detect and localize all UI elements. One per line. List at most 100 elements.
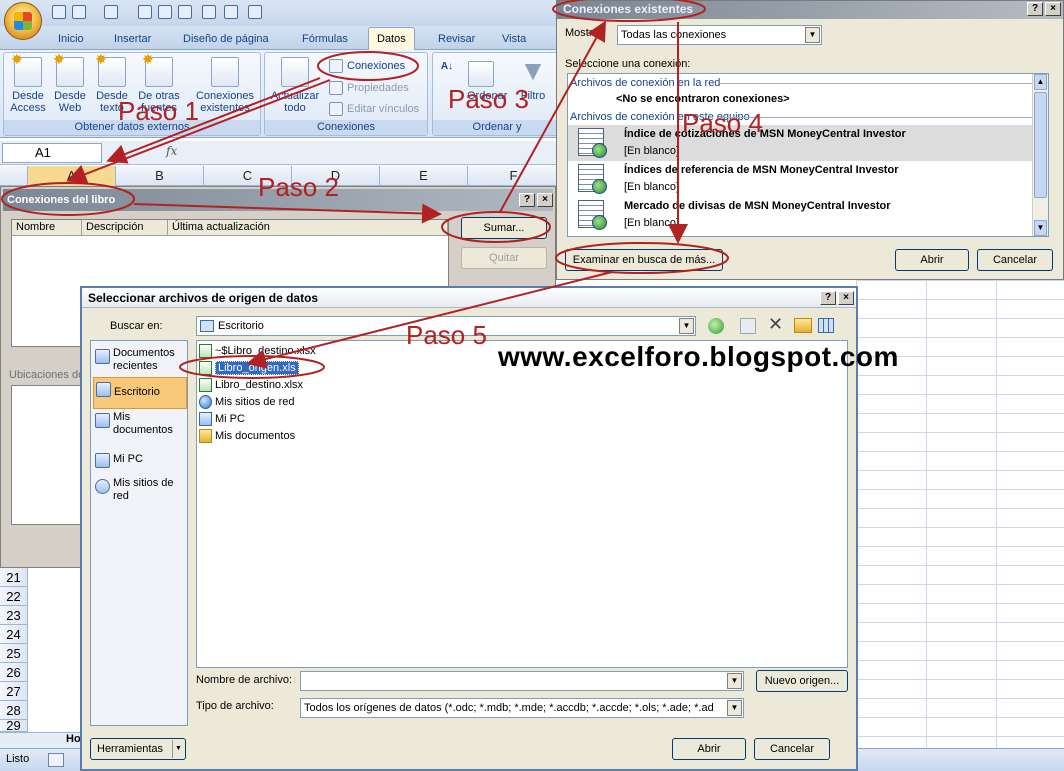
row-header-24[interactable]: 24 (0, 625, 28, 644)
row-header-22[interactable]: 22 (0, 587, 28, 606)
sort-descending-icon[interactable] (224, 5, 238, 19)
column-ultima-actualizacion[interactable]: Última actualización (168, 220, 448, 236)
new-folder-icon[interactable] (794, 318, 812, 333)
show-select[interactable]: Todas las conexiones ▼ (617, 25, 822, 45)
delete-icon[interactable]: ✕ (768, 314, 783, 335)
help-icon[interactable]: ? (820, 291, 836, 305)
row-header-27[interactable]: 27 (0, 682, 28, 701)
chevron-down-icon[interactable]: ▼ (805, 27, 820, 43)
save-icon[interactable] (52, 5, 66, 19)
column-header-e[interactable]: E (380, 166, 468, 186)
add-button[interactable]: Sumar... (461, 217, 547, 239)
row-header-25[interactable]: 25 (0, 644, 28, 663)
up-folder-icon[interactable] (740, 318, 756, 334)
tab-formulas[interactable]: Fórmulas (294, 30, 356, 50)
macro-record-icon[interactable] (48, 753, 64, 767)
select-all-corner[interactable] (0, 166, 28, 186)
connection-item[interactable]: Índices de referencia de MSN MoneyCentra… (568, 161, 1036, 197)
column-descripcion[interactable]: Descripción (82, 220, 168, 236)
from-web-button[interactable]: ✸ Desde Web (50, 52, 90, 114)
tools-button[interactable]: Herramientas ▼ (90, 738, 186, 760)
scroll-down-icon[interactable]: ▼ (1034, 220, 1047, 236)
open-button[interactable]: Abrir (895, 249, 969, 271)
scroll-thumb[interactable] (1034, 92, 1047, 198)
chevron-down-icon[interactable]: ▼ (727, 700, 742, 716)
tab-insertar[interactable]: Insertar (106, 30, 159, 50)
tab-revisar[interactable]: Revisar (430, 30, 483, 50)
filetype-select[interactable]: Todos los orígenes de datos (*.odc; *.md… (300, 698, 744, 718)
cancel-button[interactable]: Cancelar (754, 738, 830, 760)
tab-datos[interactable]: Datos (368, 27, 415, 51)
file-item[interactable]: Mis sitios de red (199, 394, 294, 410)
file-item[interactable]: ~$Libro_destino.xlsx (199, 343, 316, 359)
help-icon[interactable]: ? (519, 193, 535, 207)
column-header-a[interactable]: A (28, 166, 116, 186)
refresh-all-button[interactable]: Actualizar todo (267, 57, 323, 114)
connections-button[interactable]: Conexiones (327, 57, 405, 75)
file-list[interactable]: ~$Libro_destino.xlsx Libro_origen.xls Li… (196, 340, 848, 668)
form-icon[interactable] (248, 5, 262, 19)
connection-item[interactable]: Mercado de divisas de MSN MoneyCentral I… (568, 197, 1036, 233)
refresh-icon (281, 57, 309, 87)
tab-diseno-pagina[interactable]: Diseño de página (175, 30, 277, 50)
locations-list[interactable] (11, 385, 87, 525)
sort-ascending-icon[interactable] (202, 5, 216, 19)
connection-name: Índices de referencia de MSN MoneyCentra… (624, 164, 899, 176)
filename-input[interactable]: ▼ (300, 671, 744, 691)
file-item[interactable]: Mis documentos (199, 428, 295, 444)
from-access-button[interactable]: ✸ Desde Access (8, 52, 48, 114)
row-header-23[interactable]: 23 (0, 606, 28, 625)
file-item[interactable]: Libro_destino.xlsx (199, 377, 303, 393)
print-icon[interactable] (178, 5, 192, 19)
close-icon[interactable]: × (1045, 2, 1061, 16)
remove-button[interactable]: Quitar (461, 247, 547, 269)
sort-az-icon[interactable]: A↓ (437, 61, 457, 73)
redo-icon[interactable] (104, 5, 118, 19)
chevron-down-icon[interactable]: ▼ (172, 740, 184, 758)
row-header-28[interactable]: 28 (0, 701, 28, 720)
tab-inicio[interactable]: Inicio (50, 30, 92, 50)
file-item[interactable]: Mi PC (199, 411, 245, 427)
file-item-selected[interactable]: Libro_origen.xls (199, 360, 299, 376)
open-folder-icon[interactable] (138, 5, 152, 19)
close-icon[interactable]: × (838, 291, 854, 305)
views-icon[interactable] (818, 318, 834, 333)
office-button[interactable] (4, 2, 42, 40)
close-icon[interactable]: × (537, 193, 553, 207)
sheet-tab[interactable]: Ho (66, 733, 81, 745)
name-box[interactable]: A1 (2, 143, 102, 163)
undo-icon[interactable] (72, 5, 86, 19)
cancel-button[interactable]: Cancelar (977, 249, 1053, 271)
chevron-down-icon[interactable]: ▼ (727, 673, 742, 689)
no-connections-text: <No se encontraron conexiones> (616, 93, 790, 105)
tab-vista[interactable]: Vista (494, 30, 534, 50)
existing-connections-button[interactable]: Conexiones existentes (192, 57, 258, 114)
column-header-f[interactable]: F (468, 166, 560, 186)
edit-links-button[interactable]: Editar vínculos (327, 100, 419, 118)
chevron-down-icon[interactable]: ▼ (679, 318, 694, 334)
scroll-up-icon[interactable]: ▲ (1034, 74, 1047, 90)
connections-list[interactable]: Archivos de conexión en la red <No se en… (567, 73, 1049, 237)
connection-item[interactable]: Índice de cotizaciones de MSN MoneyCentr… (568, 125, 1036, 161)
access-icon: ✸ (11, 52, 42, 87)
column-nombre[interactable]: Nombre (12, 220, 82, 236)
sheet-navigation[interactable]: Ho (0, 732, 84, 748)
desktop-icon (96, 382, 111, 397)
column-header-b[interactable]: B (116, 166, 204, 186)
place-my-pc[interactable]: Mi PC (93, 449, 187, 477)
row-header-21[interactable]: 21 (0, 568, 28, 587)
help-icon[interactable]: ? (1027, 2, 1043, 16)
row-header-29[interactable]: 29 (0, 720, 28, 732)
browse-more-button[interactable]: Examinar en busca de más... (565, 249, 723, 271)
vertical-scrollbar[interactable]: ▲ ▼ (1032, 74, 1048, 236)
file-name: Libro_origen.xls (215, 361, 299, 375)
back-icon[interactable] (708, 318, 724, 334)
new-source-button[interactable]: Nuevo origen... (756, 670, 848, 692)
place-desktop[interactable]: Escritorio (93, 377, 187, 409)
function-icon[interactable]: fx (166, 144, 177, 158)
print-preview-icon[interactable] (158, 5, 172, 19)
row-header-26[interactable]: 26 (0, 663, 28, 682)
place-network[interactable]: Mis sitios de red (93, 475, 187, 525)
properties-button[interactable]: Propiedades (327, 79, 409, 97)
open-button[interactable]: Abrir (672, 738, 746, 760)
